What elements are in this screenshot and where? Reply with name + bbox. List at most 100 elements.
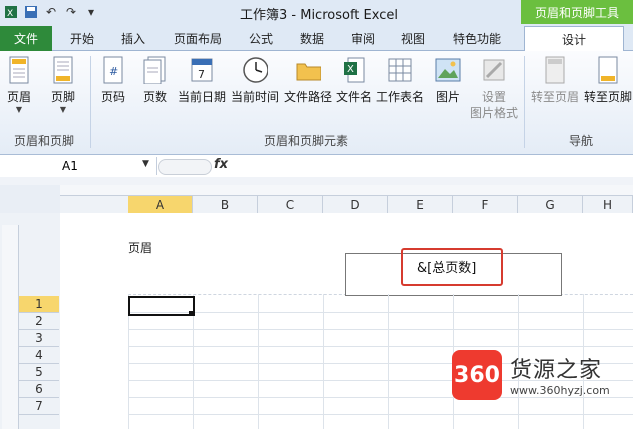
name-box-value: A1 <box>62 159 78 173</box>
group-label-header-footer-elements: 页眉和页脚元素 <box>264 134 349 148</box>
tab-data[interactable]: 数据 <box>292 26 332 51</box>
select-all-corner[interactable] <box>0 185 61 213</box>
tab-special-features[interactable]: 特色功能 <box>447 26 507 51</box>
column-header-e[interactable]: E <box>388 196 453 213</box>
group-label-navigation: 导航 <box>569 134 594 148</box>
page-header-icon <box>6 56 32 84</box>
highlight-box <box>401 248 503 286</box>
horizontal-ruler <box>60 185 633 196</box>
file-name-label: 文件名 <box>336 90 373 104</box>
goto-footer-label: 转至页脚 <box>584 90 633 104</box>
excel-logo-icon: X <box>4 5 18 19</box>
window-title: 工作簿3 - Microsoft Excel <box>240 8 398 23</box>
save-icon[interactable] <box>24 5 38 19</box>
vertical-ruler <box>2 225 19 429</box>
column-header-g[interactable]: G <box>518 196 583 213</box>
group-separator <box>90 56 91 148</box>
svg-text:7: 7 <box>198 68 205 81</box>
format-picture-label: 设置 图片格式 <box>470 90 519 120</box>
grid-line <box>258 294 259 429</box>
footer-button[interactable]: 页脚 ▼ <box>50 56 76 115</box>
column-header-c[interactable]: C <box>258 196 323 213</box>
current-time-label: 当前时间 <box>231 90 280 104</box>
formula-bar-resize-handle[interactable] <box>158 159 212 175</box>
tab-insert[interactable]: 插入 <box>113 26 153 51</box>
active-cell-a1[interactable] <box>128 296 195 316</box>
excel-file-icon: X <box>341 56 367 84</box>
page-count-icon <box>142 56 168 84</box>
grid-line <box>388 294 389 429</box>
picture-icon <box>435 56 461 84</box>
file-path-label: 文件路径 <box>284 90 333 104</box>
row-header-4[interactable]: 4 <box>19 347 59 364</box>
row-header-2[interactable]: 2 <box>19 313 59 330</box>
tab-home[interactable]: 开始 <box>62 26 102 51</box>
customize-toolbar-icon[interactable]: ▾ <box>84 5 98 19</box>
insert-function-icon[interactable]: fx <box>214 157 228 172</box>
svg-text:#: # <box>109 65 118 78</box>
page-number-label: 页码 <box>100 90 125 104</box>
chevron-down-icon[interactable]: ▼ <box>142 159 149 169</box>
tab-formulas[interactable]: 公式 <box>241 26 281 51</box>
column-header-f[interactable]: F <box>453 196 518 213</box>
watermark-name: 货源之家 <box>510 358 603 383</box>
calendar-icon: 7 <box>189 56 215 84</box>
column-header-h[interactable]: H <box>583 196 633 213</box>
goto-footer-button[interactable]: 转至页脚 <box>584 56 632 105</box>
page-footer-icon <box>50 56 76 84</box>
tab-design[interactable]: 设计 <box>524 26 624 52</box>
name-box[interactable] <box>0 157 157 175</box>
format-picture-button[interactable]: 设置 图片格式 <box>470 56 518 121</box>
header-label: 页眉 <box>128 241 153 255</box>
file-name-button[interactable]: X 文件名 <box>336 56 372 105</box>
spacer <box>0 177 633 185</box>
page-count-button[interactable]: 页数 <box>142 56 168 105</box>
goto-header-icon <box>542 56 568 84</box>
file-path-button[interactable]: 文件路径 <box>284 56 332 105</box>
grid-line <box>128 312 633 313</box>
header-button-label: 页眉 <box>6 90 31 104</box>
grid-line <box>128 414 633 415</box>
undo-icon[interactable]: ↶ <box>44 5 58 19</box>
page-number-icon: # <box>100 56 126 84</box>
goto-header-label: 转至页眉 <box>531 90 580 104</box>
header-button[interactable]: 页眉 ▼ <box>6 56 32 115</box>
current-time-button[interactable]: 当前时间 <box>231 56 279 105</box>
column-header-b[interactable]: B <box>193 196 258 213</box>
quick-access-toolbar: X ↶ ↷ ▾ <box>4 3 98 21</box>
column-header-a[interactable]: A <box>128 196 193 213</box>
row-header-3[interactable]: 3 <box>19 330 59 347</box>
tab-file[interactable]: 文件 <box>0 26 52 51</box>
current-date-label: 当前日期 <box>178 90 227 104</box>
row-header-6[interactable]: 6 <box>19 381 59 398</box>
group-label-header-footer: 页眉和页脚 <box>14 134 75 148</box>
group-separator <box>524 56 525 148</box>
chevron-down-icon: ▼ <box>59 105 67 114</box>
current-date-button[interactable]: 7 当前日期 <box>178 56 226 105</box>
folder-icon <box>295 56 321 84</box>
footer-button-label: 页脚 <box>50 90 75 104</box>
svg-text:X: X <box>347 64 354 75</box>
format-picture-icon <box>481 56 507 84</box>
row-header-7[interactable]: 7 <box>19 398 59 415</box>
sheet-name-label: 工作表名 <box>376 90 425 104</box>
tab-review[interactable]: 审阅 <box>343 26 383 51</box>
watermark-logo: 360 <box>452 350 502 400</box>
grid-line <box>128 329 633 330</box>
grid-line <box>323 294 324 429</box>
fill-handle[interactable] <box>189 311 194 316</box>
picture-button[interactable]: 图片 <box>435 56 461 105</box>
sheet-name-button[interactable]: 工作表名 <box>376 56 424 105</box>
row-header-5[interactable]: 5 <box>19 364 59 381</box>
chevron-down-icon: ▼ <box>15 105 23 114</box>
context-tab-title: 页眉和页脚工具 <box>521 0 633 24</box>
redo-icon[interactable]: ↷ <box>64 5 78 19</box>
tab-view[interactable]: 视图 <box>393 26 433 51</box>
goto-header-button[interactable]: 转至页眉 <box>531 56 579 105</box>
page-count-label: 页数 <box>142 90 167 104</box>
row-header-1[interactable]: 1 <box>19 296 59 313</box>
clock-icon <box>242 56 268 84</box>
tab-page-layout[interactable]: 页面布局 <box>168 26 228 51</box>
column-header-d[interactable]: D <box>323 196 388 213</box>
page-number-button[interactable]: # 页码 <box>100 56 126 105</box>
